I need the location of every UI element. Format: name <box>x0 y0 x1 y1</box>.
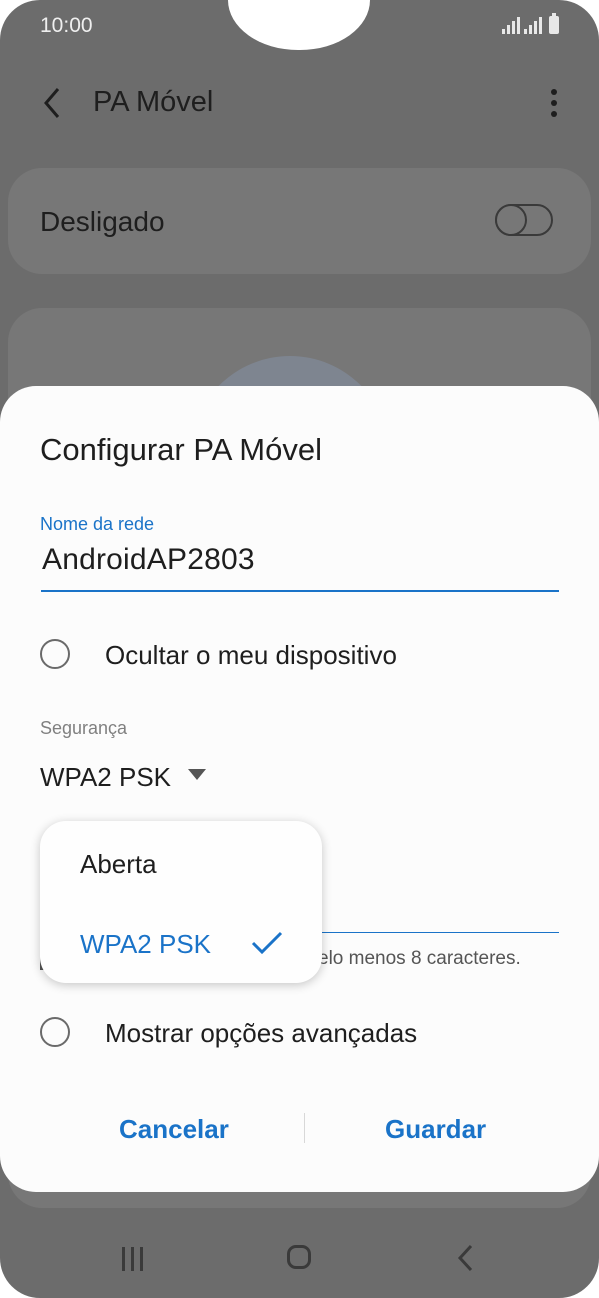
advanced-options-checkbox[interactable] <box>40 1017 70 1047</box>
dialog-title: Configurar PA Móvel <box>40 432 322 467</box>
status-icons <box>502 13 559 34</box>
dropdown-arrow-icon[interactable] <box>188 769 206 780</box>
status-bar: 10:00 <box>40 13 559 42</box>
save-button[interactable]: Guardar <box>385 1114 486 1145</box>
security-label: Segurança <box>40 718 128 738</box>
nav-back-icon[interactable] <box>456 1243 476 1273</box>
home-icon[interactable] <box>287 1245 311 1269</box>
security-dropdown[interactable]: WPA2 PSK <box>40 762 171 793</box>
phone-screen: 10:00 PA Móvel Desligado Configurar PA M… <box>0 0 599 1298</box>
page-title: PA Móvel <box>93 86 214 118</box>
battery-icon <box>549 13 559 34</box>
button-divider <box>304 1113 305 1143</box>
toggle-knob <box>495 204 527 236</box>
menu-item-open[interactable]: Aberta <box>80 849 157 880</box>
password-underline <box>300 932 559 933</box>
hotspot-toggle[interactable] <box>495 204 553 236</box>
navigation-bar <box>0 1215 599 1298</box>
cancel-button[interactable]: Cancelar <box>119 1114 229 1145</box>
hide-device-label[interactable]: Ocultar o meu dispositivo <box>105 640 397 671</box>
advanced-options-label[interactable]: Mostrar opções avançadas <box>105 1018 417 1049</box>
signal-icon-sim2 <box>524 17 542 34</box>
status-time: 10:00 <box>40 14 93 37</box>
more-options-icon[interactable] <box>547 88 561 118</box>
check-icon <box>251 931 283 955</box>
hotspot-switch-card[interactable]: Desligado <box>8 168 591 274</box>
hotspot-status-label: Desligado <box>40 206 165 237</box>
back-icon[interactable] <box>38 83 68 123</box>
recent-apps-icon[interactable] <box>120 1247 146 1271</box>
network-name-input[interactable]: AndroidAP2803 <box>42 543 255 577</box>
app-bar: PA Móvel <box>0 78 599 128</box>
menu-item-wpa2-psk[interactable]: WPA2 PSK <box>80 929 211 960</box>
configure-hotspot-dialog: Configurar PA Móvel Nome da rede Android… <box>0 386 599 1192</box>
hide-device-checkbox[interactable] <box>40 639 70 669</box>
network-name-underline <box>41 590 559 592</box>
password-hint: elo menos 8 caracteres. <box>318 948 521 969</box>
security-options-menu: Aberta WPA2 PSK <box>40 821 322 983</box>
signal-icon <box>502 17 520 34</box>
network-name-label: Nome da rede <box>40 514 155 534</box>
